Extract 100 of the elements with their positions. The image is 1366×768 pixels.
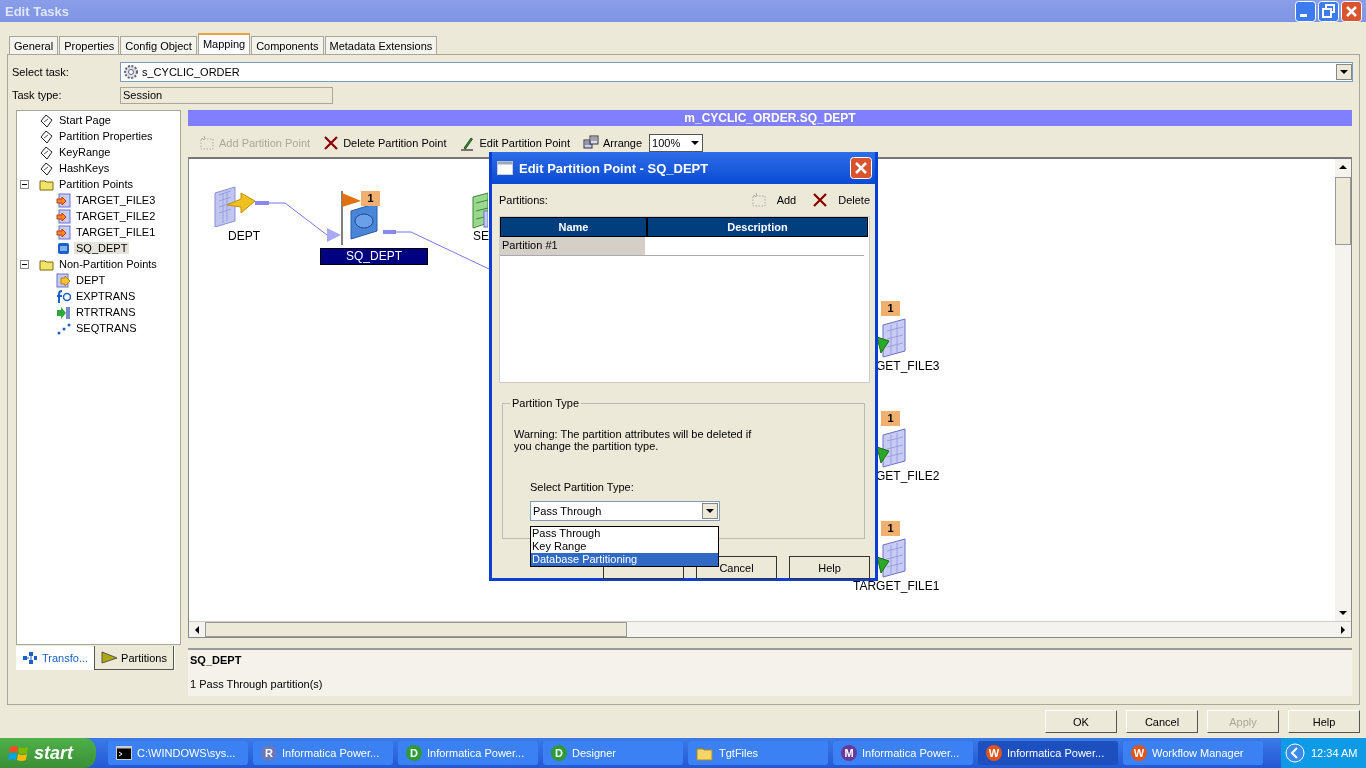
dropdown-option[interactable]: Key Range xyxy=(531,540,718,553)
tab[interactable]: General xyxy=(9,36,59,54)
taskbar-button[interactable]: TgtFiles xyxy=(688,741,828,765)
add-icon xyxy=(199,135,215,151)
column-header[interactable]: Name xyxy=(500,217,647,237)
panel-tab[interactable]: Transfo... xyxy=(16,646,95,670)
zoom-value: 100% xyxy=(652,137,681,149)
collapse-toggle-icon[interactable] xyxy=(20,179,29,189)
minimize-button[interactable] xyxy=(1295,0,1316,22)
window-title: Edit Tasks xyxy=(5,3,70,19)
scrollbar-thumb[interactable] xyxy=(1335,177,1351,245)
column-header[interactable]: Description xyxy=(647,217,868,237)
collapse-toggle-icon[interactable] xyxy=(20,259,29,269)
combo-value: s_CYCLIC_ORDER xyxy=(142,66,241,78)
delete-icon xyxy=(812,192,829,208)
flag-icon xyxy=(101,650,118,665)
info-title: SQ_DEPT xyxy=(190,654,243,666)
tree-item[interactable]: DEPT xyxy=(74,274,108,286)
task-dropdown[interactable]: s_CYCLIC_ORDER xyxy=(120,62,1353,82)
hierarchy-icon xyxy=(22,650,38,666)
tree-item[interactable]: SEQTRANS xyxy=(74,322,139,334)
windows-logo-icon xyxy=(8,743,30,763)
tree-item[interactable]: TARGET_FILE2 xyxy=(74,210,158,222)
taskbar-button[interactable]: D Informatica Power... xyxy=(398,741,538,765)
mapping-header: m_CYCLIC_ORDER.SQ_DEPT xyxy=(188,110,1352,126)
source-icon xyxy=(56,272,71,288)
add-icon xyxy=(750,192,767,208)
toolbar-button[interactable]: Delete Partition Point xyxy=(323,135,447,151)
panel-tab[interactable]: Partitions xyxy=(94,646,174,670)
tree-item[interactable]: SQ_DEPT xyxy=(74,242,130,254)
app-icon: M xyxy=(841,745,857,761)
taskbar-button[interactable]: W Workflow Manager xyxy=(1123,741,1263,765)
zoom-dropdown[interactable]: 100% xyxy=(649,134,704,152)
gear-icon xyxy=(123,64,139,80)
taskbar-button[interactable]: C:\WINDOWS\sys... xyxy=(108,741,248,765)
tree-item[interactable]: EXPTRANS xyxy=(74,290,138,302)
info-text: 1 Pass Through partition(s) xyxy=(190,678,324,690)
partition-type-dropdown[interactable]: Pass Through xyxy=(530,501,720,521)
node-label[interactable]: SQ_DEPT xyxy=(320,248,428,265)
node-label[interactable]: SE xyxy=(472,229,490,243)
node-label[interactable]: GET_FILE3 xyxy=(875,359,941,373)
tab[interactable]: Properties xyxy=(59,36,120,54)
field-label: Task type: xyxy=(11,89,63,101)
source-qualifier-icon xyxy=(56,240,71,256)
partition-count-badge: 1 xyxy=(881,411,900,426)
dropdown-option[interactable]: Pass Through xyxy=(531,527,718,540)
dropdown-option[interactable]: Database Partitioning xyxy=(531,553,718,566)
console-icon xyxy=(116,746,132,760)
node-label[interactable]: GET_FILE2 xyxy=(875,469,941,483)
task-type-field: Session xyxy=(120,86,333,104)
node-label[interactable]: TARGET_FILE1 xyxy=(852,579,941,593)
close-button[interactable] xyxy=(1341,0,1362,22)
sequence-icon xyxy=(472,189,488,229)
partition-count-badge: 1 xyxy=(881,521,900,536)
tree-item[interactable]: Partition Properties xyxy=(57,130,155,142)
dialog-button[interactable]: Cancel xyxy=(1126,710,1198,733)
tree-item[interactable]: TARGET_FILE1 xyxy=(74,226,158,238)
app-icon: D xyxy=(551,745,567,761)
expression-icon xyxy=(56,288,71,304)
toolbar-button[interactable]: Arrange xyxy=(582,135,643,151)
taskbar-button[interactable]: D Designer xyxy=(543,741,683,765)
partition-count-badge: 1 xyxy=(361,191,380,206)
tree-item[interactable]: HashKeys xyxy=(57,162,112,174)
page-icon xyxy=(39,144,54,160)
tree-item[interactable]: KeyRange xyxy=(57,146,113,158)
dialog-button[interactable]: Help xyxy=(1288,710,1360,733)
target-icon xyxy=(877,317,907,359)
taskbar-button[interactable]: M Informatica Power... xyxy=(833,741,973,765)
tab[interactable]: Config Object xyxy=(120,36,197,54)
action-button[interactable]: Delete xyxy=(812,192,870,208)
tree-item[interactable]: RTRTRANS xyxy=(74,306,138,318)
app-icon: W xyxy=(986,745,1002,761)
target-icon xyxy=(877,427,907,469)
tab[interactable]: Metadata Extensions xyxy=(324,36,438,54)
vertical-scrollbar[interactable] xyxy=(1335,159,1351,621)
restore-button[interactable] xyxy=(1318,0,1339,22)
dropdown-value: Pass Through xyxy=(533,505,602,517)
tree-item[interactable]: Non-Partition Points xyxy=(57,258,159,270)
partition-count-badge: 1 xyxy=(881,301,900,316)
horizontal-scrollbar[interactable] xyxy=(189,621,1351,637)
dialog-button[interactable]: OK xyxy=(1045,710,1117,733)
group-label: Partition Type xyxy=(510,397,582,409)
chevron-icon[interactable] xyxy=(1285,743,1305,763)
node-label[interactable]: DEPT xyxy=(227,229,261,243)
router-icon xyxy=(56,304,71,320)
table-cell: Partition #1 xyxy=(500,237,645,256)
target-icon xyxy=(56,224,71,240)
tree-item[interactable]: TARGET_FILE3 xyxy=(74,194,158,206)
tab[interactable]: Components xyxy=(251,36,324,54)
taskbar-button[interactable]: R Informatica Power... xyxy=(253,741,393,765)
action-button[interactable]: Add xyxy=(750,192,797,208)
dialog-button[interactable]: Help xyxy=(789,556,870,579)
field-label: Select Partition Type: xyxy=(530,481,635,493)
tab[interactable]: Mapping xyxy=(197,33,251,54)
tree-item[interactable]: Start Page xyxy=(57,114,113,126)
toolbar-button[interactable]: Edit Partition Point xyxy=(459,135,570,151)
taskbar-button[interactable]: W Informatica Power... xyxy=(978,741,1118,765)
tree-item[interactable]: Partition Points xyxy=(57,178,135,190)
close-button[interactable] xyxy=(850,157,872,179)
scrollbar-thumb[interactable] xyxy=(205,622,627,637)
